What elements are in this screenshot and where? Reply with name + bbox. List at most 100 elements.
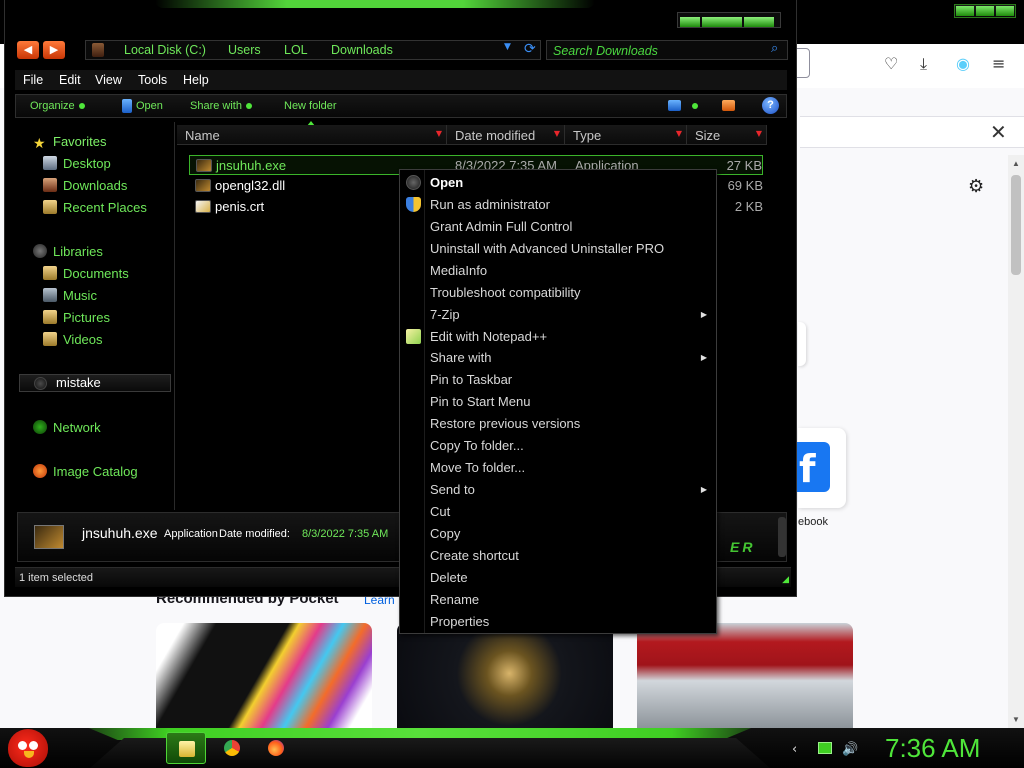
star-icon: ★ — [33, 136, 46, 152]
context-menu-item-copy-to-folder[interactable]: Copy To folder... — [401, 435, 715, 457]
column-header-type[interactable]: Type ▼ — [565, 125, 687, 145]
open-button[interactable]: Open — [136, 100, 163, 112]
organize-button[interactable]: Organize — [30, 100, 85, 112]
nav-libraries[interactable]: Libraries — [33, 244, 103, 262]
share-with-button[interactable]: Share with — [190, 100, 252, 112]
nav-desktop[interactable]: Desktop — [43, 156, 111, 174]
pocket-story-card[interactable] — [397, 623, 613, 728]
back-button[interactable]: ◀ — [17, 41, 39, 59]
maximize-button[interactable] — [702, 17, 742, 27]
column-header-size[interactable]: Size ▼ — [687, 125, 767, 145]
details-scrollbar[interactable] — [778, 517, 786, 557]
context-menu-item-mediainfo[interactable]: MediaInfo — [401, 260, 715, 282]
refresh-icon[interactable]: ⟳ — [524, 41, 536, 57]
column-header-name[interactable]: Name ▼ — [177, 125, 447, 145]
context-menu-item-troubleshoot-compatibility[interactable]: Troubleshoot compatibility — [401, 282, 715, 304]
menu-help[interactable]: Help — [183, 73, 209, 87]
help-icon[interactable]: ? — [762, 97, 779, 114]
nav-downloads[interactable]: Downloads — [43, 178, 127, 196]
breadcrumb-downloads[interactable]: Downloads — [331, 43, 393, 57]
gear-icon[interactable]: ⚙ — [968, 176, 984, 197]
menu-edit[interactable]: Edit — [59, 73, 81, 87]
minimize-button[interactable] — [680, 17, 700, 27]
context-menu-item-grant-admin-full-control[interactable]: Grant Admin Full Control — [401, 216, 715, 238]
volume-icon[interactable]: 🔊 — [842, 742, 858, 757]
hamburger-menu-icon[interactable]: ≡ — [992, 54, 1005, 73]
view-options-icon[interactable] — [692, 103, 698, 109]
breadcrumb-users[interactable]: Users — [228, 43, 261, 57]
context-menu-item-send-to[interactable]: Send to ▶ — [401, 479, 715, 501]
context-menu-item-copy[interactable]: Copy — [401, 523, 715, 545]
start-button-icon[interactable] — [8, 729, 48, 767]
details-file-type: Application — [164, 528, 218, 540]
close-icon[interactable]: ✕ — [990, 120, 1007, 144]
new-folder-button[interactable]: New folder — [284, 100, 337, 112]
context-menu-item-edit-with-notepad[interactable]: Edit with Notepad++ — [401, 326, 715, 348]
pocket-story-card[interactable] — [637, 623, 853, 728]
context-menu-item-create-shortcut[interactable]: Create shortcut — [401, 545, 715, 567]
top-site-label[interactable]: ebook — [798, 516, 828, 528]
context-menu-item-delete[interactable]: Delete — [401, 567, 715, 589]
menu-view[interactable]: View — [95, 73, 122, 87]
scroll-down-icon[interactable]: ▼ — [1012, 715, 1020, 724]
nav-documents[interactable]: Documents — [43, 266, 129, 284]
details-pane-icon[interactable] — [722, 100, 735, 111]
chevron-down-icon[interactable]: ▼ — [756, 129, 762, 138]
nav-image-catalog[interactable]: Image Catalog — [33, 464, 138, 482]
context-menu-item-move-to-folder[interactable]: Move To folder... — [401, 457, 715, 479]
nav-music[interactable]: Music — [43, 288, 97, 306]
browser-window-controls[interactable] — [954, 4, 1016, 18]
top-site-tile[interactable] — [798, 322, 806, 366]
preview-pane-icon[interactable] — [668, 100, 681, 111]
context-menu-item-open[interactable]: Open — [401, 172, 715, 194]
chevron-down-icon[interactable]: ▼ — [554, 129, 560, 138]
details-file-name: jnsuhuh.exe — [82, 525, 158, 541]
chevron-down-icon[interactable]: ▼ — [504, 42, 511, 52]
browser-scrollbar[interactable]: ▲ ▼ — [1008, 155, 1024, 728]
scroll-up-icon[interactable]: ▲ — [1012, 159, 1020, 168]
nav-videos[interactable]: Videos — [43, 332, 103, 350]
nav-network[interactable]: Network — [33, 420, 101, 438]
show-hidden-icons-icon[interactable]: ‹ — [792, 742, 797, 757]
profile-icon[interactable]: ◉ — [956, 54, 970, 73]
address-bar[interactable]: Local Disk (C:) Users LOL Downloads ▼ ⟳ — [85, 40, 541, 60]
submenu-arrow-icon: ▶ — [700, 310, 707, 319]
breadcrumb-local-disk[interactable]: Local Disk (C:) — [124, 43, 206, 57]
nav-mistake[interactable]: mistake — [19, 374, 171, 392]
taskbar-firefox-button[interactable] — [256, 732, 296, 764]
menu-file[interactable]: File — [23, 73, 43, 87]
explorer-window-controls[interactable] — [677, 12, 781, 28]
context-menu-item-7-zip[interactable]: 7-Zip ▶ — [401, 304, 715, 326]
taskbar-clock[interactable]: 7:36 AM — [885, 733, 980, 764]
chevron-down-icon[interactable]: ▼ — [436, 129, 442, 138]
scrollbar-thumb[interactable] — [1011, 175, 1021, 275]
forward-button[interactable]: ▶ — [43, 41, 65, 59]
context-menu-item-run-as-administrator[interactable]: Run as administrator — [401, 194, 715, 216]
close-button[interactable] — [744, 17, 774, 27]
taskbar-chrome-button[interactable] — [212, 732, 252, 764]
taskbar-explorer-button[interactable] — [166, 732, 206, 764]
context-menu-item-uninstall-with-advanced-uninstaller-pro[interactable]: Uninstall with Advanced Uninstaller PRO — [401, 238, 715, 260]
nav-favorites[interactable]: ★ Favorites — [33, 134, 106, 152]
network-status-icon[interactable] — [818, 742, 832, 754]
search-box[interactable]: ⌕ — [546, 40, 788, 60]
pocket-icon[interactable]: ♡ — [884, 54, 898, 73]
context-menu-item-properties[interactable]: Properties — [401, 611, 715, 633]
context-menu-item-rename[interactable]: Rename — [401, 589, 715, 611]
nav-recent-places[interactable]: Recent Places — [43, 200, 147, 218]
pocket-story-card[interactable] — [156, 623, 372, 728]
context-menu-item-restore-previous-versions[interactable]: Restore previous versions — [401, 413, 715, 435]
context-menu-item-pin-to-start-menu[interactable]: Pin to Start Menu — [401, 391, 715, 413]
resize-grip-icon[interactable]: ◢ — [782, 575, 789, 585]
download-icon[interactable]: ⤓ — [920, 54, 927, 74]
context-menu-item-pin-to-taskbar[interactable]: Pin to Taskbar — [401, 369, 715, 391]
search-input[interactable] — [553, 43, 763, 58]
search-icon[interactable]: ⌕ — [771, 41, 778, 56]
breadcrumb-lol[interactable]: LOL — [284, 43, 308, 57]
column-header-date[interactable]: Date modified ▼ — [447, 125, 565, 145]
context-menu-item-share-with[interactable]: Share with ▶ — [401, 347, 715, 369]
menu-tools[interactable]: Tools — [138, 73, 167, 87]
nav-pictures[interactable]: Pictures — [43, 310, 110, 328]
context-menu-item-cut[interactable]: Cut — [401, 501, 715, 523]
chevron-down-icon[interactable]: ▼ — [676, 129, 682, 138]
